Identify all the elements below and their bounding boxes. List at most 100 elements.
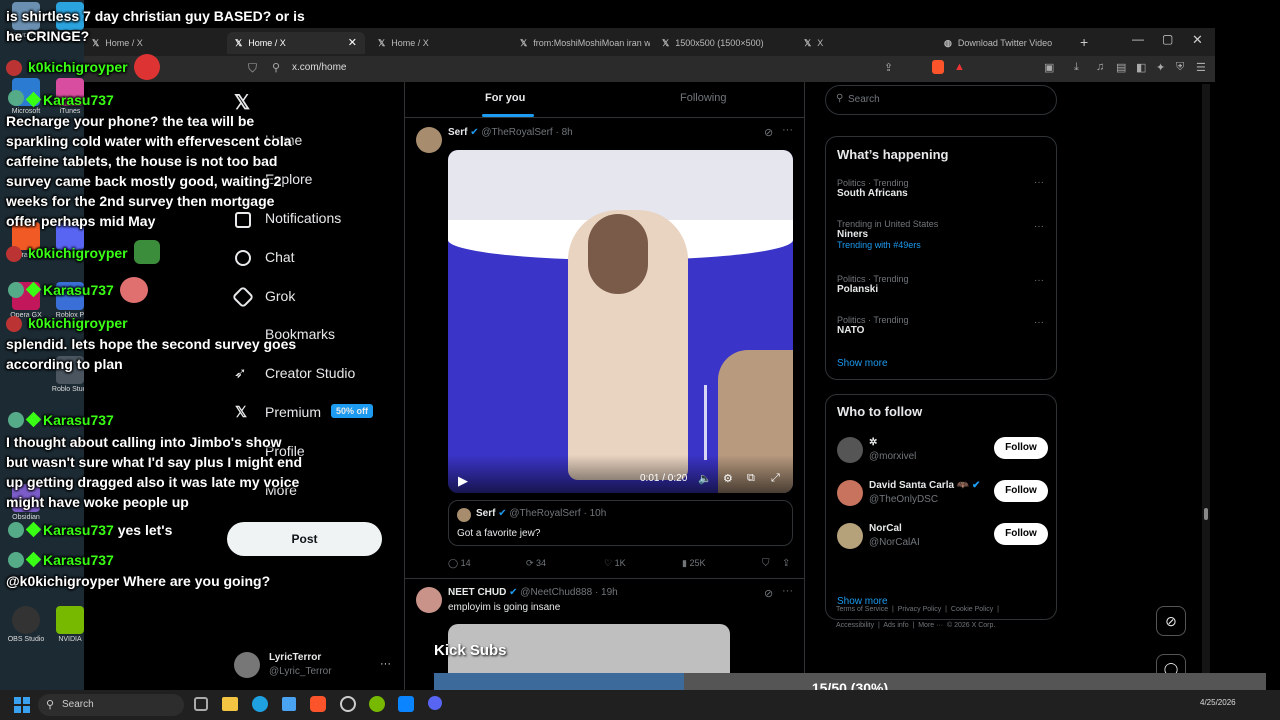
tab-search-moshimoshi[interactable]: 𝕏from:MoshiMoshiMoan iran w (512, 32, 650, 54)
tweet-author-handle[interactable]: @NeetChud888 (520, 587, 592, 598)
trend-more-icon[interactable]: ··· (1034, 317, 1044, 328)
tweet-avatar[interactable] (416, 587, 442, 613)
tweet-share-icon[interactable]: ⇪ (782, 558, 790, 569)
quote-tweet[interactable]: Serf ✔ @TheRoyalSerf · 10h Got a favorit… (448, 500, 793, 546)
nav-premium[interactable]: Premium (265, 404, 321, 420)
repost-count: 34 (536, 558, 547, 568)
tab-download-twitter-video[interactable]: ◍ Download Twitter Video (936, 32, 1076, 54)
suggestion-avatar[interactable] (837, 523, 863, 549)
tab-home-3[interactable]: 𝕏 Home / X (370, 32, 508, 54)
suggestion-name[interactable]: ✲ (869, 437, 877, 448)
maximize-button[interactable]: ▢ (1162, 32, 1173, 46)
tweet-more-icon[interactable]: ··· (782, 124, 793, 136)
search-box[interactable]: ⚲ Search (825, 85, 1057, 115)
account-menu-icon[interactable]: ··· (380, 658, 391, 670)
minimize-button[interactable]: — (1132, 32, 1144, 46)
fullscreen-icon[interactable]: ⤢ (771, 472, 780, 485)
reader-icon[interactable]: ▤ (1116, 61, 1126, 74)
taskbar-search[interactable]: ⚲ Search (38, 694, 184, 716)
views-button[interactable]: ▮ 25K (682, 558, 705, 569)
share-icon[interactable]: ⇪ (884, 61, 893, 74)
grok-tweet-icon[interactable]: ⊘ (764, 587, 773, 600)
volume-icon[interactable]: 🔈 (698, 472, 712, 485)
tab-following[interactable]: Following (680, 92, 726, 104)
suggestion-avatar[interactable] (837, 480, 863, 506)
app-icon[interactable] (428, 696, 442, 710)
clock-date[interactable]: 4/25/2026 (1200, 698, 1236, 707)
url-field[interactable]: x.com/home (292, 62, 346, 73)
tab-image-1500x500[interactable]: 𝕏 1500x500 (1500×500) (654, 32, 792, 54)
tweet-bookmark-icon[interactable]: ⛉ (762, 558, 770, 569)
suggestion-avatar[interactable] (837, 437, 863, 463)
trends-show-more[interactable]: Show more (837, 358, 888, 369)
trend-more-icon[interactable]: ··· (1034, 177, 1044, 188)
edge-icon[interactable] (252, 696, 268, 712)
tweet-author-name[interactable]: NEET CHUD (448, 587, 506, 598)
close-tab-icon[interactable]: ✕ (348, 32, 357, 54)
account-avatar[interactable] (234, 652, 260, 678)
ai-icon[interactable]: ✦ (1156, 61, 1165, 74)
file-explorer-icon[interactable] (222, 697, 238, 711)
trend-item[interactable]: Politics · Trending South Africans (837, 178, 909, 199)
tab-for-you[interactable]: For you (485, 92, 525, 104)
like-button[interactable]: ♡ 1K (604, 558, 626, 569)
moderator-badge-icon (25, 521, 42, 538)
tweet-author-handle[interactable]: @TheRoyalSerf (481, 127, 552, 138)
follow-button[interactable]: Follow (994, 480, 1048, 502)
tweet-more-icon[interactable]: ··· (782, 585, 793, 597)
follow-button[interactable]: Follow (994, 437, 1048, 459)
follow-button[interactable]: Follow (994, 523, 1048, 545)
suggestion-name[interactable]: NorCal (869, 523, 902, 534)
task-view-icon[interactable] (194, 697, 208, 711)
nav-grok[interactable]: Grok (265, 288, 295, 304)
footer-links[interactable]: Terms of Service | Privacy Policy | Cook… (836, 606, 999, 613)
trend-item[interactable]: Politics · Trending Polanski (837, 274, 909, 295)
rewards-icon[interactable]: ▲ (954, 61, 965, 73)
download-icon[interactable]: ⤓ (1074, 61, 1079, 74)
tab-label: X (817, 38, 824, 48)
new-tab-button[interactable]: + (1080, 34, 1088, 50)
bookmark-icon[interactable]: ⛉ (248, 61, 257, 76)
quote-author-handle: @TheRoyalSerf (509, 508, 581, 519)
site-info-icon[interactable]: ⚲ (272, 61, 280, 74)
search-input[interactable]: Search (848, 94, 880, 105)
grok-floating-icon[interactable]: ⊘ (1156, 606, 1186, 636)
trend-item[interactable]: Trending in United States Niners Trending … (837, 219, 938, 250)
tweet-avatar[interactable] (416, 127, 442, 153)
app-icon[interactable] (369, 696, 385, 712)
tweet-author-name[interactable]: Serf (448, 127, 467, 138)
brave-shields-icon[interactable] (932, 60, 944, 74)
trend-item[interactable]: Politics · Trending NATO (837, 315, 909, 336)
menu-icon[interactable]: ☰ (1196, 61, 1206, 74)
trend-more-icon[interactable]: ··· (1034, 221, 1044, 232)
post-button[interactable]: Post (227, 522, 382, 556)
settings-gear-icon[interactable]: ⚙ (723, 472, 733, 485)
grok-tweet-icon[interactable]: ⊘ (764, 126, 773, 139)
reply-button[interactable]: ◯ 14 (448, 558, 471, 569)
trend-title: South Africans (837, 188, 908, 199)
footer-links[interactable]: Accessibility | Ads info | More ··· © 20… (836, 622, 995, 629)
music-icon[interactable]: ♫ (1096, 61, 1104, 73)
wallet-icon[interactable]: ◧ (1136, 61, 1146, 74)
repost-button[interactable]: ⟳ 34 (526, 558, 546, 569)
app-icon[interactable] (398, 696, 414, 712)
scrollbar-thumb[interactable] (1204, 508, 1208, 520)
close-window-button[interactable]: ✕ (1192, 32, 1203, 48)
sidebar-toggle-icon[interactable]: ▣ (1044, 61, 1054, 74)
scrollbar-track[interactable] (1202, 84, 1210, 690)
app-icon[interactable] (340, 696, 356, 712)
play-icon[interactable]: ▶ (458, 473, 468, 489)
windows-start-icon[interactable] (14, 697, 30, 713)
vpn-icon[interactable]: ⛨ (1176, 61, 1184, 74)
brave-taskbar-icon[interactable] (310, 696, 326, 712)
trend-more-icon[interactable]: ··· (1034, 275, 1044, 286)
store-icon[interactable] (282, 697, 296, 711)
volume-slider[interactable] (704, 385, 707, 460)
tweet-video[interactable]: ▶ 0:01 / 0:20 🔈 ⚙ ⧉ ⤢ (448, 150, 793, 493)
reply-count: 14 (460, 558, 471, 568)
pip-icon[interactable]: ⧉ (747, 472, 755, 485)
nav-chat[interactable]: Chat (265, 249, 295, 265)
taskbar: ⚲ Search 4/25/2026 (0, 690, 1280, 720)
suggestion-name-row[interactable]: David Santa Carla 🦇 ✔ (869, 480, 980, 491)
tab-x[interactable]: 𝕏X (796, 32, 934, 54)
